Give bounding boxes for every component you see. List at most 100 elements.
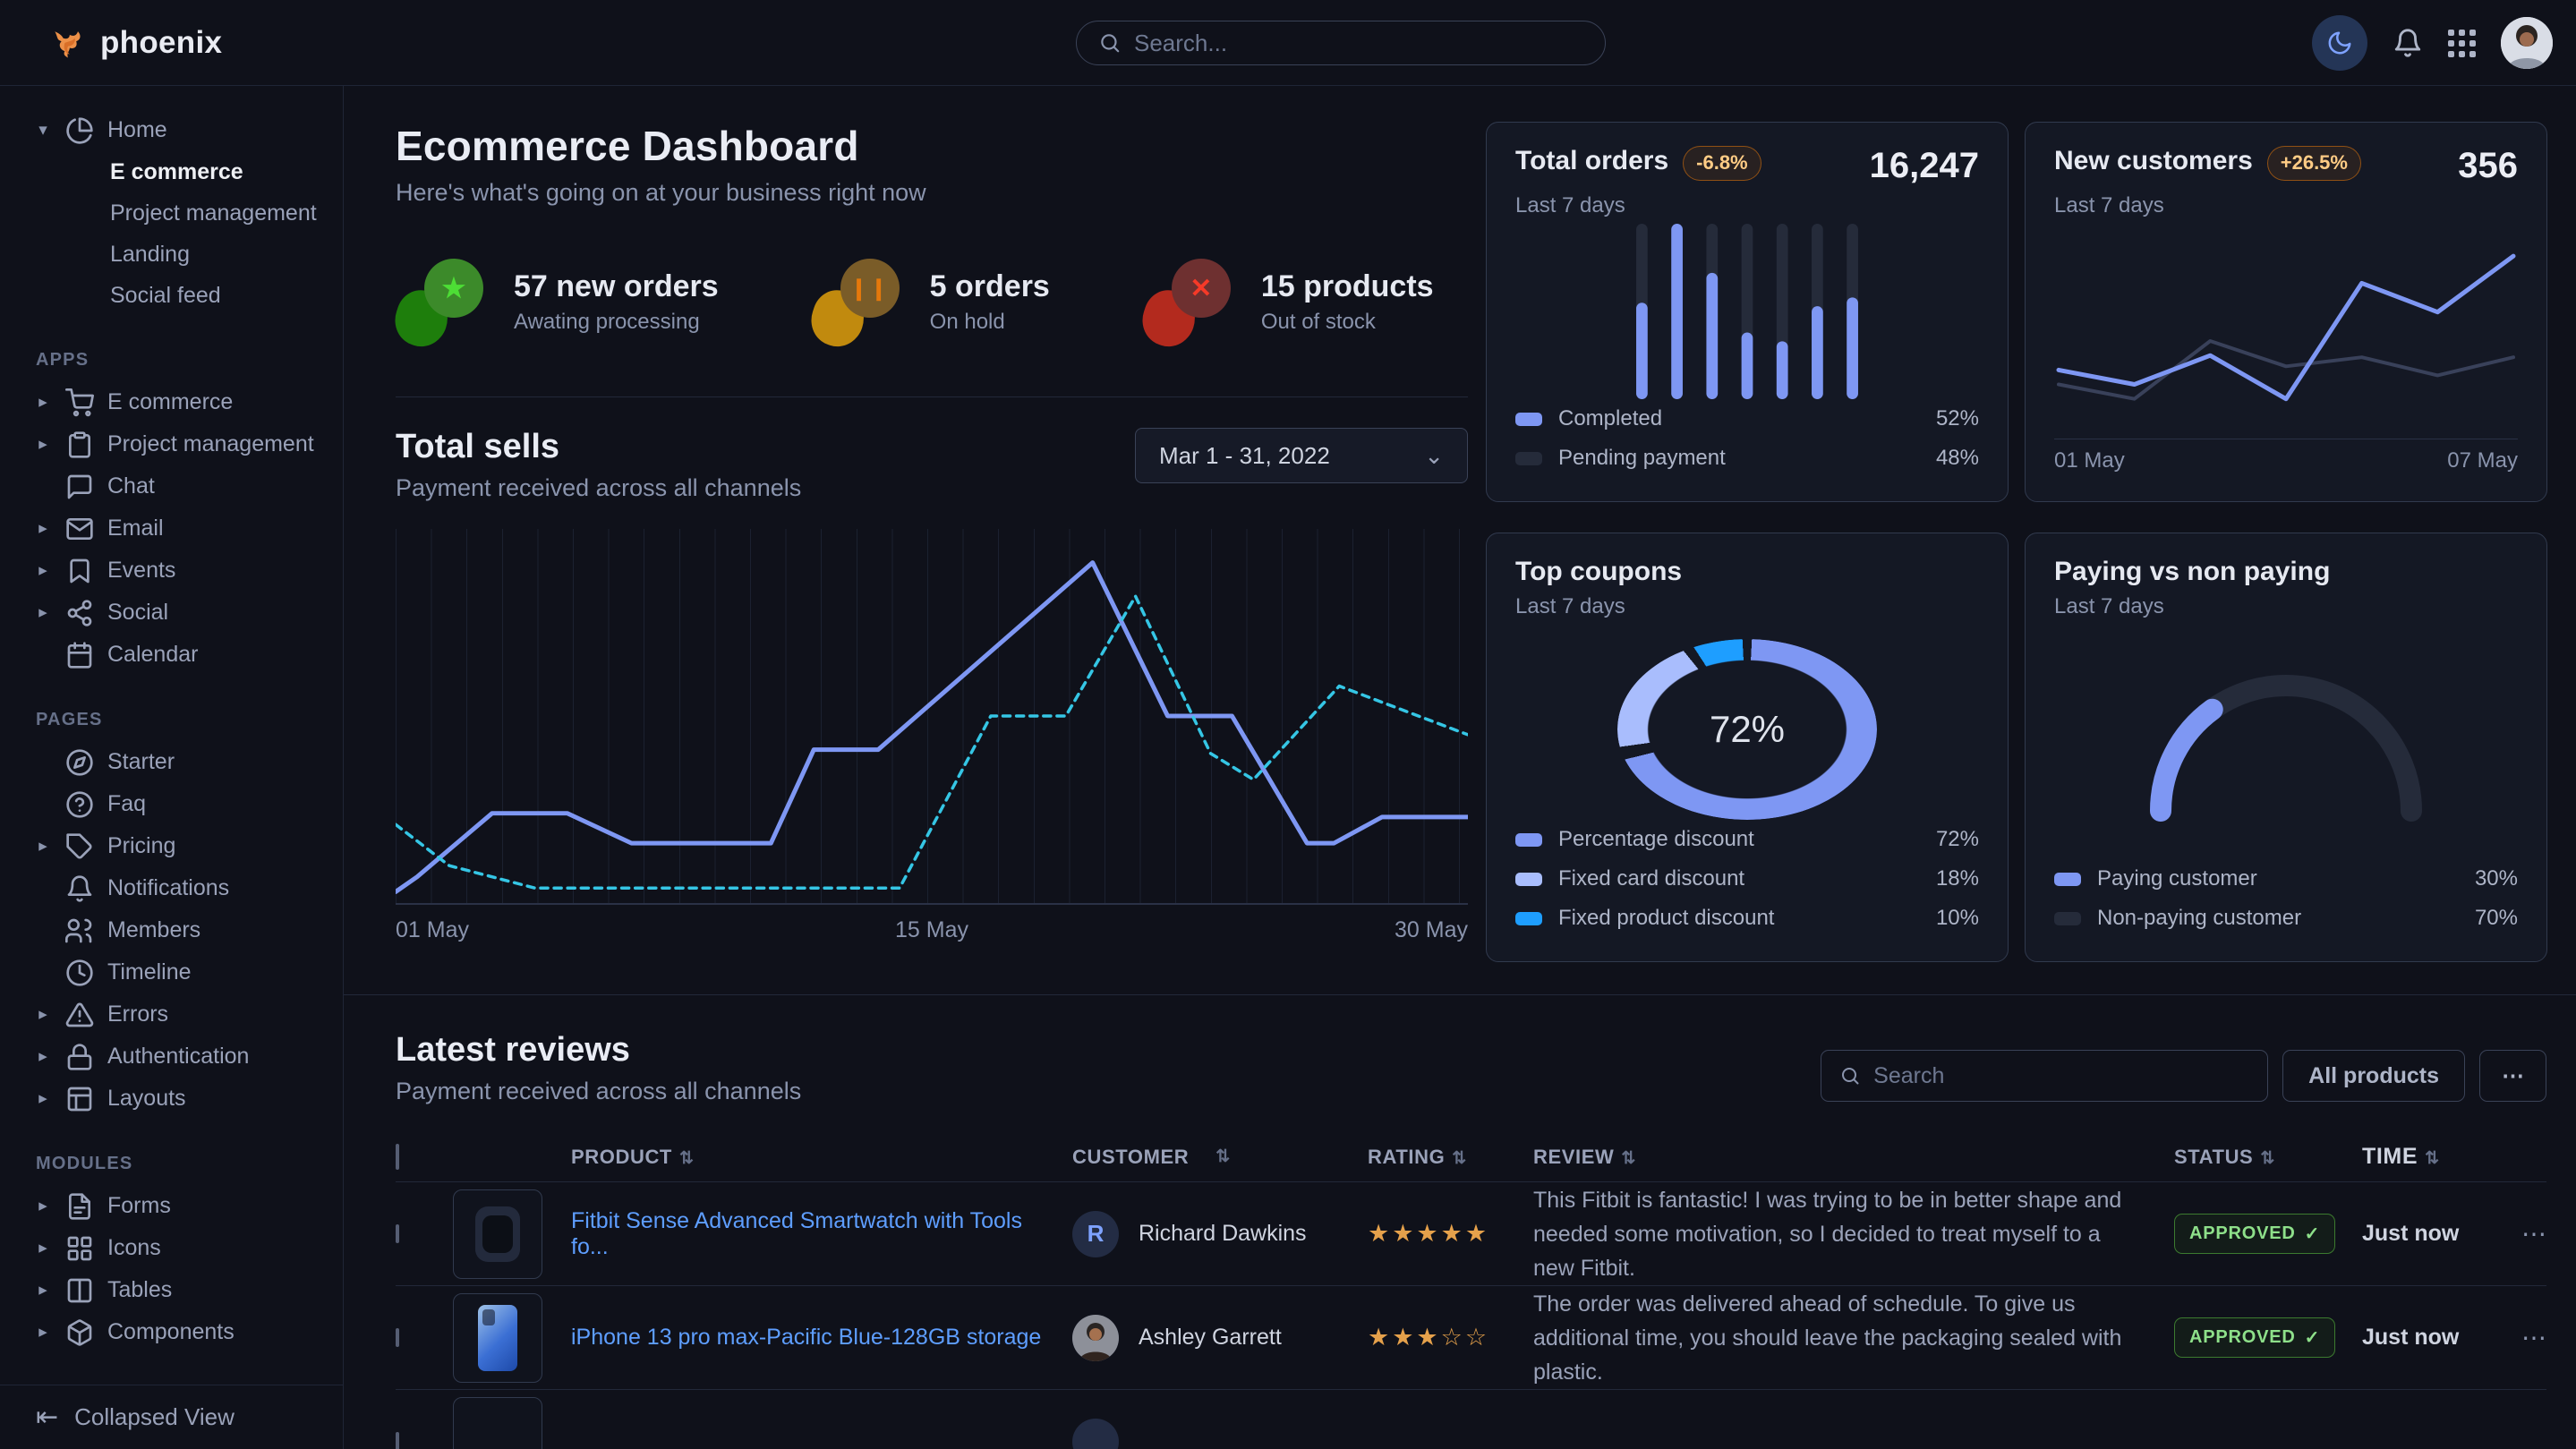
all-products-button[interactable]: All products	[2282, 1050, 2465, 1102]
sidebar-item-layouts[interactable]: ▸ Layouts	[0, 1078, 343, 1120]
table-row: iPhone 13 pro max-Pacific Blue-128GB sto…	[396, 1286, 2546, 1390]
product-thumbnail[interactable]	[453, 1397, 542, 1449]
legend-paying: Paying customer30%	[2054, 859, 2518, 899]
sort-icon: ⇅	[2260, 1149, 2275, 1168]
column-product[interactable]: PRODUCT⇅	[571, 1146, 1072, 1169]
sidebar-item-authentication[interactable]: ▸ Authentication	[0, 1036, 343, 1078]
sidebar-item-home[interactable]: ▾ Home	[0, 109, 343, 151]
grid-icon	[65, 1234, 94, 1263]
sidebar-item-chat[interactable]: Chat	[0, 465, 343, 507]
pie-chart-icon	[65, 116, 94, 145]
theme-toggle-button[interactable]	[2312, 15, 2367, 71]
stat-orders-on-hold: ❙❙ 5 orders On hold	[812, 257, 1050, 346]
sidebar-subitem-social-feed[interactable]: Social feed	[0, 275, 343, 316]
sidebar-item-label: Pricing	[107, 833, 175, 859]
bell-icon[interactable]	[2393, 28, 2423, 58]
row-checkbox[interactable]	[396, 1432, 399, 1449]
row-checkbox[interactable]	[396, 1224, 399, 1243]
lock-icon	[65, 1043, 94, 1071]
sidebar-item-label: Chat	[107, 473, 155, 499]
layout-icon	[65, 1085, 94, 1113]
sidebar-item-project-management[interactable]: ▸ Project management	[0, 423, 343, 465]
clipboard-icon	[65, 430, 94, 459]
x-tick: 01 May	[396, 917, 469, 943]
sidebar-item-faq[interactable]: Faq	[0, 783, 343, 825]
card-period: Last 7 days	[2054, 193, 2518, 218]
sort-icon: ⇅	[1215, 1146, 1231, 1167]
caret-right-icon: ▸	[34, 1088, 52, 1109]
legend-non-paying: Non-paying customer70%	[2054, 899, 2518, 938]
sort-icon: ⇅	[679, 1149, 695, 1168]
sidebar-item-errors[interactable]: ▸ Errors	[0, 993, 343, 1036]
sidebar-subitem-ecommerce[interactable]: E commerce	[0, 151, 343, 192]
column-time[interactable]: TIME⇅	[2362, 1144, 2487, 1170]
sidebar-item-tables[interactable]: ▸ Tables	[0, 1269, 343, 1311]
alert-triangle-icon	[65, 1001, 94, 1029]
sidebar-item-social[interactable]: ▸ Social	[0, 592, 343, 634]
columns-icon	[65, 1276, 94, 1305]
product-link[interactable]: Fitbit Sense Advanced Smartwatch with To…	[571, 1208, 1022, 1259]
caret-right-icon: ▸	[34, 602, 52, 623]
sidebar-nav: ▾ Home E commerce Project management Lan…	[0, 109, 343, 1385]
new-customers-value: 356	[2458, 146, 2518, 186]
product-thumbnail-smartwatch[interactable]	[453, 1189, 542, 1279]
moon-icon	[2326, 30, 2353, 56]
reviews-search[interactable]	[1821, 1050, 2268, 1102]
brand[interactable]: phoenix	[48, 0, 222, 86]
column-rating[interactable]: RATING⇅	[1368, 1146, 1533, 1169]
sidebar-item-notifications[interactable]: Notifications	[0, 867, 343, 909]
sidebar-item-starter[interactable]: Starter	[0, 741, 343, 783]
sidebar-subitem-project-management[interactable]: Project management	[0, 192, 343, 234]
phoenix-logo-icon	[48, 23, 88, 63]
row-checkbox[interactable]	[396, 1328, 399, 1347]
product-thumbnail-iphone[interactable]	[453, 1293, 542, 1383]
date-range-value: Mar 1 - 31, 2022	[1159, 442, 1330, 470]
sidebar-item-ecommerce[interactable]: ▸ E commerce	[0, 381, 343, 423]
sidebar-item-components[interactable]: ▸ Components	[0, 1311, 343, 1353]
more-actions-button[interactable]: ⋯	[2479, 1050, 2546, 1102]
brand-name: phoenix	[100, 25, 222, 61]
file-text-icon	[65, 1192, 94, 1221]
date-range-select[interactable]: Mar 1 - 31, 2022 ⌄	[1135, 428, 1468, 483]
sidebar-item-timeline[interactable]: Timeline	[0, 951, 343, 993]
select-all-checkbox[interactable]	[396, 1144, 399, 1170]
sidebar-item-icons[interactable]: ▸ Icons	[0, 1227, 343, 1269]
sidebar-subitem-landing[interactable]: Landing	[0, 234, 343, 275]
sidebar-item-email[interactable]: ▸ Email	[0, 507, 343, 550]
sidebar-item-pricing[interactable]: ▸ Pricing	[0, 825, 343, 867]
sidebar-section-pages: PAGES	[36, 710, 343, 730]
sidebar-item-forms[interactable]: ▸ Forms	[0, 1185, 343, 1227]
apps-grid-icon[interactable]	[2448, 30, 2476, 57]
rating-stars: ★★★☆☆	[1368, 1324, 1489, 1351]
row-menu-icon[interactable]: ⋯	[2487, 1219, 2546, 1249]
caret-right-icon: ▸	[34, 1196, 52, 1216]
sidebar-item-calendar[interactable]: Calendar	[0, 634, 343, 676]
sidebar-item-events[interactable]: ▸ Events	[0, 550, 343, 592]
stat-caption: On hold	[930, 310, 1050, 335]
product-link[interactable]: iPhone 13 pro max-Pacific Blue-128GB sto…	[571, 1325, 1041, 1350]
donut-center-label: 72%	[1617, 639, 1877, 820]
stats-row: ★ 57 new orders Awating processing ❙❙ 5 …	[396, 257, 1468, 346]
total-sells-title: Total sells	[396, 428, 801, 466]
sidebar-section-apps: APPS	[36, 350, 343, 371]
compass-icon	[65, 748, 94, 777]
latest-reviews-subtitle: Payment received across all channels	[396, 1078, 801, 1105]
review-text: The order was delivered ahead of schedul…	[1533, 1287, 2133, 1389]
customer-avatar: R	[1072, 1211, 1119, 1257]
search-input[interactable]	[1134, 30, 1583, 57]
page-title: Ecommerce Dashboard	[396, 122, 1468, 170]
stat-caption: Out of stock	[1261, 310, 1434, 335]
reviews-search-input[interactable]	[1873, 1063, 2249, 1089]
row-menu-icon[interactable]: ⋯	[2487, 1323, 2546, 1352]
stat-headline: 5 orders	[930, 269, 1050, 304]
x-tick: 01 May	[2054, 448, 2125, 473]
customer-name: Richard Dawkins	[1139, 1221, 1307, 1247]
column-status[interactable]: STATUS⇅	[2174, 1146, 2362, 1169]
global-search[interactable]	[1076, 21, 1606, 65]
column-review[interactable]: REVIEW⇅	[1533, 1146, 2174, 1169]
column-customer[interactable]: CUSTOMER⇅	[1072, 1146, 1368, 1169]
user-avatar[interactable]	[2501, 17, 2553, 69]
collapse-view-toggle[interactable]: ⇤ Collapsed View	[0, 1385, 343, 1449]
sidebar-item-members[interactable]: Members	[0, 909, 343, 951]
caret-down-icon: ▾	[34, 120, 52, 141]
